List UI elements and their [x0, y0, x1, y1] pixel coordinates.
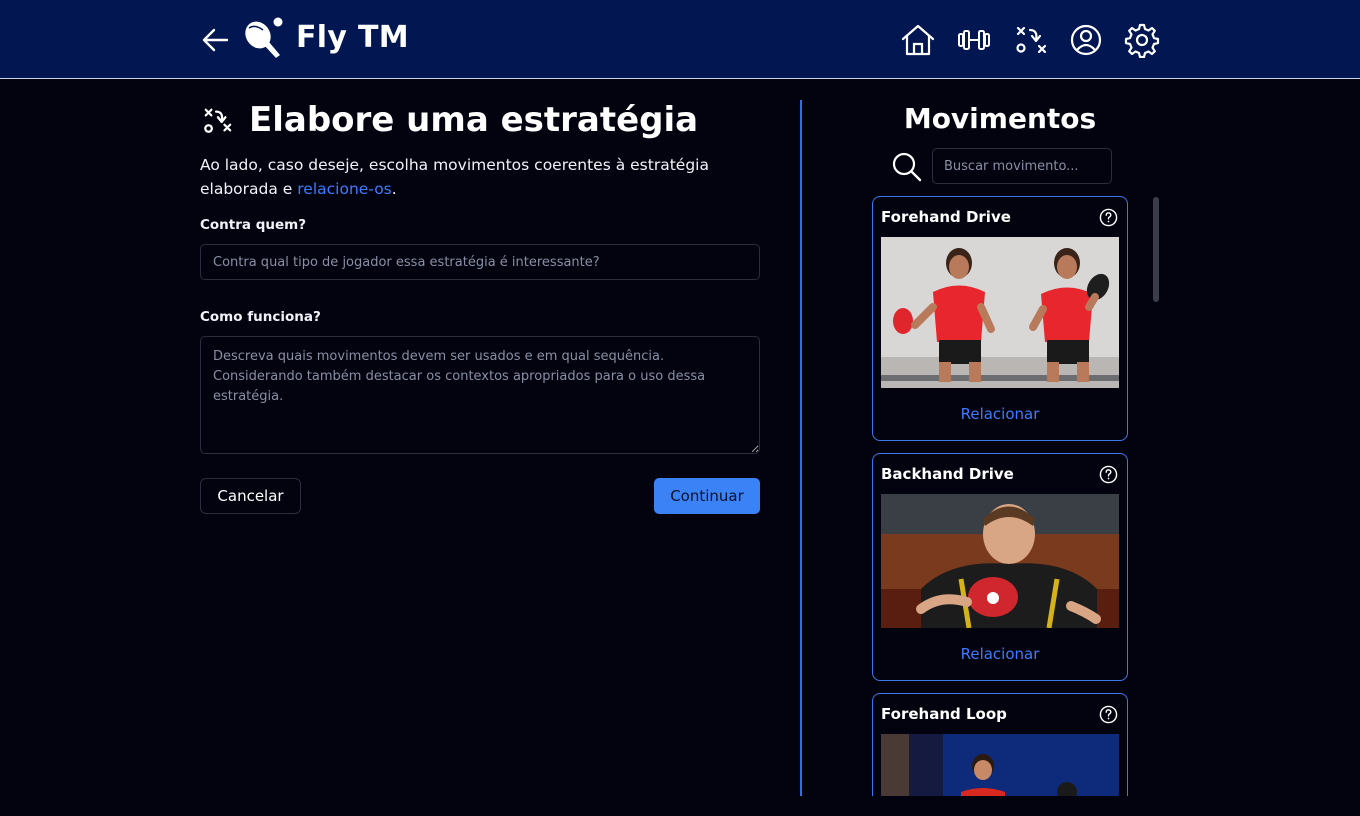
movement-name: Forehand Loop	[881, 705, 1007, 723]
intro-sentence: Ao lado, caso deseje, escolha movimentos…	[200, 156, 709, 198]
strategy-icon	[204, 108, 232, 133]
continue-button[interactable]: Continuar	[654, 478, 760, 514]
search-movement-input[interactable]	[932, 148, 1112, 184]
movement-name: Forehand Drive	[881, 208, 1011, 226]
movement-card: Backhand Drive Relacionar	[872, 453, 1128, 681]
relate-button[interactable]: Relacionar	[873, 405, 1127, 423]
help-icon[interactable]	[1099, 465, 1118, 484]
ping-pong-paddle-logo	[243, 16, 285, 62]
intro-text: Ao lado, caso deseje, escolha movimentos…	[200, 153, 720, 201]
forehand-drive-photo	[881, 237, 1119, 388]
strategy-icon[interactable]	[1012, 22, 1048, 58]
opponent-input[interactable]	[200, 244, 760, 280]
how-it-works-label: Como funciona?	[200, 309, 321, 325]
arrow-left-icon	[202, 28, 229, 52]
how-it-works-textarea[interactable]	[200, 336, 760, 454]
help-icon[interactable]	[1099, 705, 1118, 724]
movements-list[interactable]: Forehand Drive Relacionar Backhand Drive…	[864, 190, 1164, 796]
relate-link[interactable]: relacione-os	[297, 180, 391, 198]
gear-icon[interactable]	[1124, 22, 1160, 59]
user-icon[interactable]	[1068, 22, 1104, 58]
top-navigation-bar: Fly TM	[0, 0, 1360, 79]
search-icon[interactable]	[891, 151, 923, 183]
relate-button[interactable]: Relacionar	[873, 645, 1127, 663]
movement-card: Forehand Drive Relacionar	[872, 196, 1128, 441]
movement-card: Forehand Loop	[872, 693, 1128, 796]
cancel-button[interactable]: Cancelar	[200, 478, 301, 514]
movement-name: Backhand Drive	[881, 465, 1014, 483]
dumbbell-icon[interactable]	[956, 22, 992, 58]
movements-title: Movimentos	[903, 102, 1097, 135]
backhand-drive-photo	[881, 494, 1119, 628]
back-button[interactable]	[200, 25, 230, 55]
home-icon[interactable]	[900, 22, 936, 58]
page-title: Elabore uma estratégia	[249, 100, 699, 140]
help-icon[interactable]	[1099, 208, 1118, 227]
forehand-loop-photo	[881, 734, 1119, 796]
list-scrollbar[interactable]	[1153, 197, 1159, 302]
opponent-label: Contra quem?	[200, 217, 307, 233]
vertical-divider	[800, 100, 802, 796]
app-title: Fly TM	[296, 20, 409, 55]
intro-end: .	[391, 180, 397, 198]
